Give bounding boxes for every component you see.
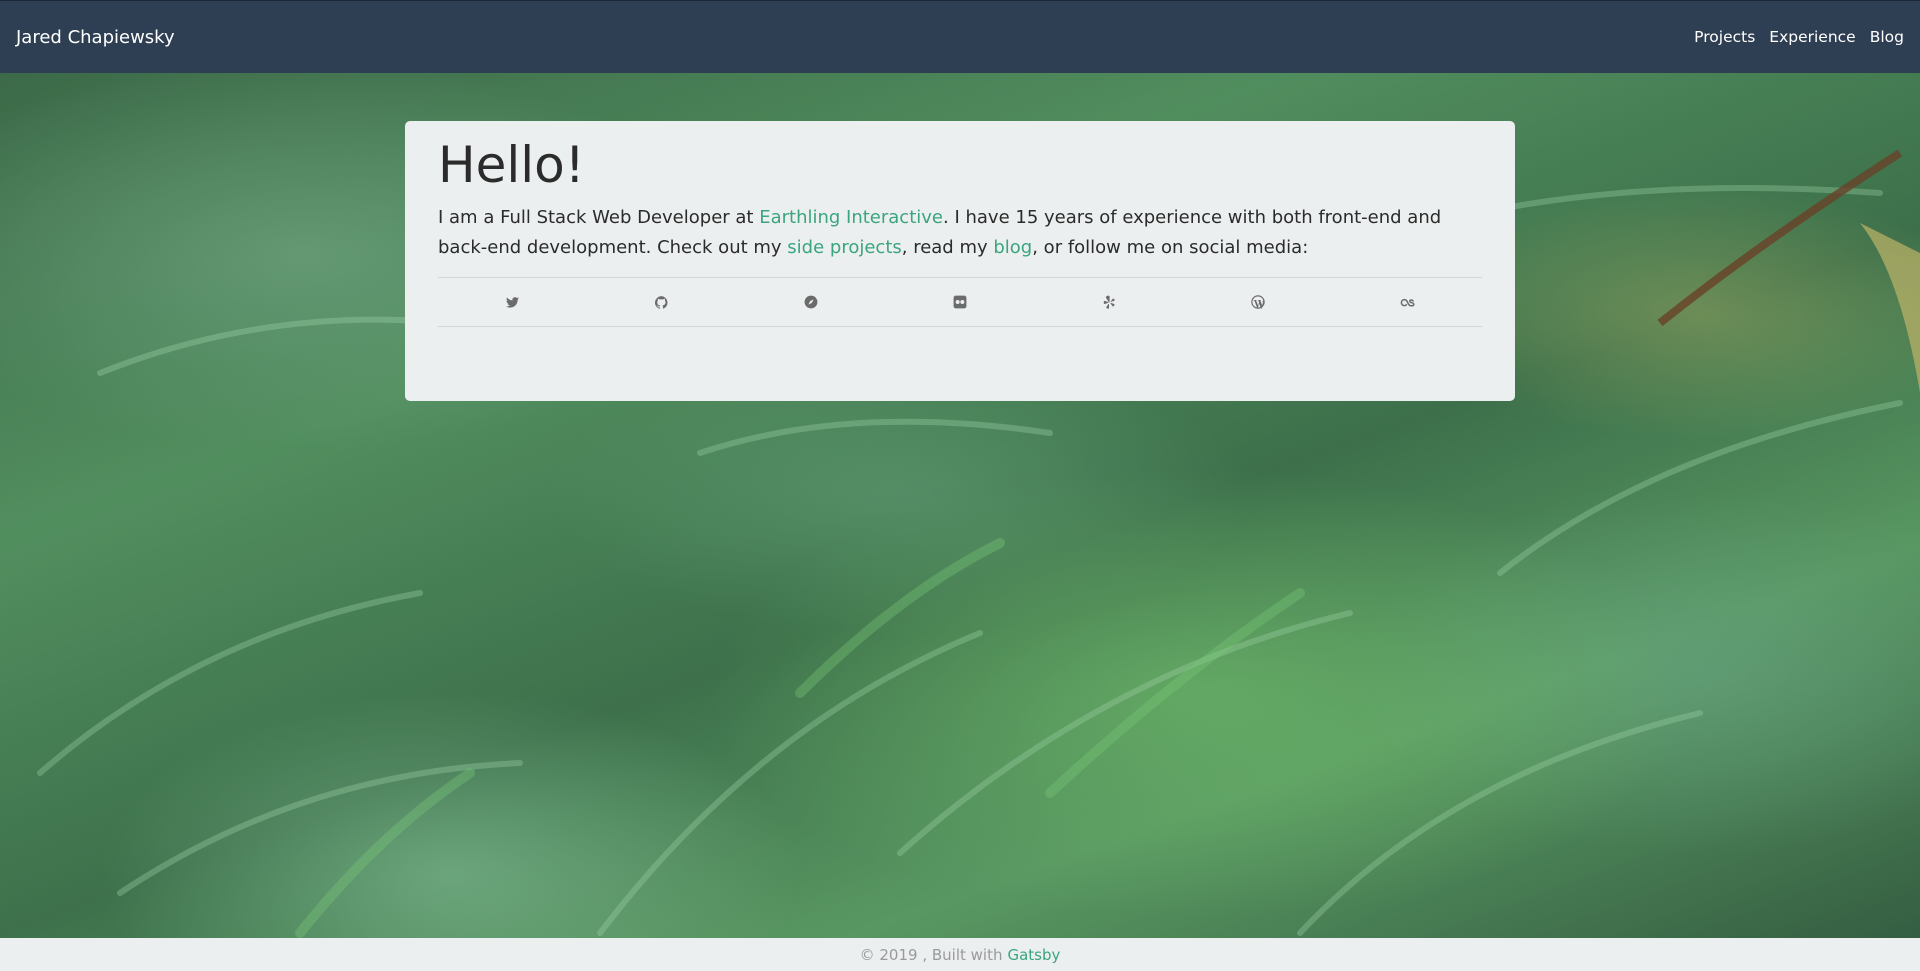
lastfm-link[interactable] bbox=[1333, 297, 1482, 308]
flickr-link[interactable] bbox=[885, 295, 1034, 309]
footer: © 2019 , Built with Gatsby bbox=[0, 938, 1920, 971]
intro-text-4: , or follow me on social media: bbox=[1032, 237, 1309, 258]
lastfm-icon bbox=[1400, 298, 1415, 306]
compass-link[interactable] bbox=[736, 295, 885, 309]
yelp-link[interactable] bbox=[1035, 295, 1184, 309]
footer-text: © 2019 , Built with bbox=[859, 945, 1003, 964]
yelp-icon bbox=[1103, 295, 1115, 309]
nav-link-projects[interactable]: Projects bbox=[1694, 28, 1755, 46]
brand-link[interactable]: Jared Chapiewsky bbox=[16, 27, 175, 48]
flickr-icon bbox=[953, 295, 967, 309]
intro-text-1: I am a Full Stack Web Developer at bbox=[438, 207, 760, 228]
nav-link-blog[interactable]: Blog bbox=[1870, 28, 1904, 46]
blog-link[interactable]: blog bbox=[993, 237, 1032, 258]
github-icon bbox=[655, 295, 668, 309]
intro-paragraph: I am a Full Stack Web Developer at Earth… bbox=[438, 203, 1482, 263]
github-link[interactable] bbox=[587, 295, 736, 309]
side-projects-link[interactable]: side projects bbox=[787, 237, 901, 258]
nav-links: Projects Experience Blog bbox=[1680, 28, 1904, 46]
intro-card: Hello! I am a Full Stack Web Developer a… bbox=[405, 121, 1515, 401]
wordpress-icon bbox=[1251, 295, 1265, 309]
wordpress-link[interactable] bbox=[1184, 295, 1333, 309]
page-title: Hello! bbox=[438, 136, 585, 194]
nav-link-experience[interactable]: Experience bbox=[1769, 28, 1855, 46]
twitter-link[interactable] bbox=[438, 296, 587, 308]
navbar: Jared Chapiewsky Projects Experience Blo… bbox=[0, 0, 1920, 73]
gatsby-link[interactable]: Gatsby bbox=[1007, 946, 1060, 964]
twitter-icon bbox=[506, 296, 520, 308]
compass-icon bbox=[804, 295, 818, 309]
social-links bbox=[438, 277, 1482, 327]
intro-text-3: , read my bbox=[901, 237, 994, 258]
company-link[interactable]: Earthling Interactive bbox=[759, 207, 943, 228]
